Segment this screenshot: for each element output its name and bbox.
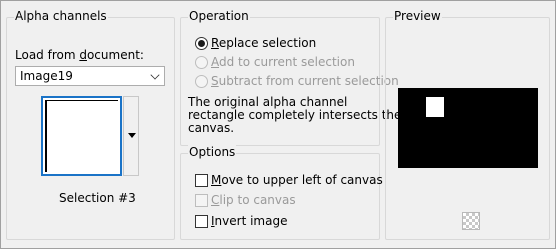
document-select[interactable]: Image19 bbox=[15, 66, 165, 86]
transparency-checker-icon[interactable] bbox=[462, 212, 480, 230]
invert-image-label[interactable]: Invert image bbox=[211, 214, 287, 228]
dropdown-arrow-icon bbox=[128, 133, 136, 138]
subtract-from-selection-radio[interactable] bbox=[195, 75, 208, 88]
selection-name-label: Selection #3 bbox=[59, 191, 136, 205]
alpha-channel-dropdown-button[interactable] bbox=[123, 96, 139, 176]
add-to-selection-label[interactable]: Add to current selection bbox=[211, 55, 355, 69]
load-from-document-label: Load from document: bbox=[15, 48, 144, 62]
operation-message-line-3: canvas. bbox=[188, 121, 235, 135]
preview-title: Preview bbox=[393, 9, 442, 23]
move-to-upper-left-checkbox[interactable] bbox=[195, 174, 208, 187]
add-to-selection-radio[interactable] bbox=[195, 56, 208, 69]
preview-selection-rect bbox=[426, 97, 444, 117]
alpha-channels-title: Alpha channels bbox=[14, 9, 108, 23]
radio-selected-dot bbox=[198, 40, 205, 47]
chevron-down-icon bbox=[150, 70, 160, 80]
move-to-upper-left-label[interactable]: Move to upper left of canvas bbox=[211, 173, 383, 187]
clip-to-canvas-checkbox[interactable] bbox=[195, 194, 208, 207]
operation-title: Operation bbox=[188, 9, 250, 23]
alpha-channel-thumbnail[interactable] bbox=[41, 96, 122, 176]
replace-selection-radio[interactable] bbox=[195, 37, 208, 50]
operation-message-line-1: The original alpha channel bbox=[188, 95, 348, 109]
clip-to-canvas-label[interactable]: Clip to canvas bbox=[211, 193, 296, 207]
alpha-channel-thumbnail-image bbox=[45, 100, 118, 172]
replace-selection-label[interactable]: Replace selection bbox=[211, 36, 316, 50]
invert-image-checkbox[interactable] bbox=[195, 215, 208, 228]
operation-message-line-2: rectangle completely intersects the bbox=[188, 108, 402, 122]
options-title: Options bbox=[188, 145, 237, 159]
preview-canvas bbox=[398, 88, 538, 168]
document-select-value: Image19 bbox=[20, 69, 73, 83]
subtract-from-selection-label[interactable]: Subtract from current selection bbox=[211, 74, 399, 88]
